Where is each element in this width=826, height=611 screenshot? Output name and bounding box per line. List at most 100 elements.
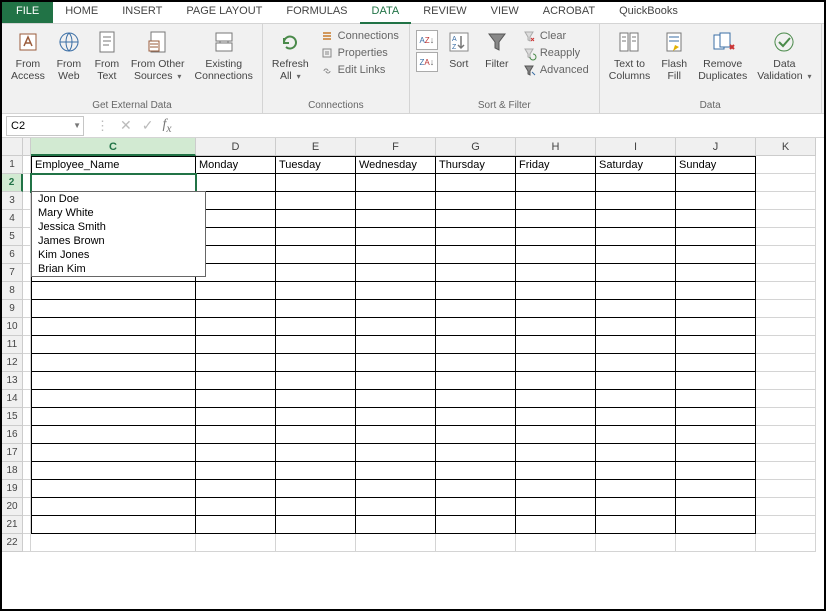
cell[interactable] <box>676 444 756 462</box>
existing-connections-button[interactable]: ExistingConnections <box>190 26 258 84</box>
cell[interactable] <box>23 462 31 480</box>
cell[interactable] <box>356 534 436 552</box>
cell[interactable] <box>356 498 436 516</box>
cell[interactable] <box>436 228 516 246</box>
cell[interactable] <box>23 498 31 516</box>
cell[interactable] <box>676 408 756 426</box>
cell[interactable] <box>196 480 276 498</box>
cell[interactable] <box>196 318 276 336</box>
cell[interactable] <box>23 480 31 498</box>
column-header[interactable]: D <box>196 138 276 156</box>
clear-button[interactable]: Clear <box>520 28 591 44</box>
cell[interactable] <box>356 444 436 462</box>
cell[interactable] <box>356 426 436 444</box>
tab-insert[interactable]: INSERT <box>110 2 174 23</box>
cell[interactable] <box>356 246 436 264</box>
cell[interactable] <box>516 390 596 408</box>
cell[interactable] <box>676 264 756 282</box>
sort-ascending-button[interactable]: AZ↓ <box>416 30 438 50</box>
column-header[interactable]: J <box>676 138 756 156</box>
cell[interactable] <box>436 408 516 426</box>
cell[interactable] <box>196 372 276 390</box>
cell[interactable] <box>276 480 356 498</box>
cell[interactable] <box>356 210 436 228</box>
cell[interactable] <box>196 174 276 192</box>
tab-page-layout[interactable]: PAGE LAYOUT <box>174 2 274 23</box>
chevron-down-icon[interactable]: ▼ <box>73 121 81 130</box>
cell[interactable] <box>31 534 196 552</box>
cell[interactable] <box>436 318 516 336</box>
cell[interactable] <box>516 534 596 552</box>
advanced-button[interactable]: Advanced <box>520 62 591 78</box>
cell[interactable] <box>676 516 756 534</box>
cell[interactable] <box>356 480 436 498</box>
tab-quickbooks[interactable]: QuickBooks <box>607 2 690 23</box>
cell[interactable] <box>676 426 756 444</box>
cell[interactable] <box>276 210 356 228</box>
cell[interactable] <box>356 228 436 246</box>
cell[interactable] <box>436 444 516 462</box>
cell[interactable] <box>596 480 676 498</box>
cell[interactable] <box>516 336 596 354</box>
validation-dropdown-list[interactable]: Jon DoeMary WhiteJessica SmithJames Brow… <box>31 191 206 277</box>
cell[interactable]: Sunday <box>676 156 756 174</box>
cell[interactable] <box>23 354 31 372</box>
cell[interactable] <box>23 390 31 408</box>
cell[interactable] <box>276 372 356 390</box>
cell[interactable] <box>436 372 516 390</box>
cell[interactable] <box>276 462 356 480</box>
connections-button[interactable]: Connections <box>318 28 401 44</box>
cell[interactable] <box>356 336 436 354</box>
cell[interactable]: Employee_Name <box>31 156 196 174</box>
cell[interactable] <box>676 282 756 300</box>
cell[interactable] <box>516 318 596 336</box>
from-text-button[interactable]: FromText <box>88 26 126 84</box>
cell[interactable] <box>31 498 196 516</box>
cell[interactable] <box>436 210 516 228</box>
from-other-sources-button[interactable]: From OtherSources ▾ <box>126 26 190 84</box>
cell[interactable] <box>23 426 31 444</box>
from-access-button[interactable]: FromAccess <box>6 26 50 84</box>
row-header[interactable]: 22 <box>2 534 23 552</box>
cell[interactable] <box>596 174 676 192</box>
cell[interactable] <box>436 498 516 516</box>
column-header[interactable]: E <box>276 138 356 156</box>
cell[interactable] <box>276 246 356 264</box>
cell[interactable] <box>23 156 31 174</box>
cell[interactable] <box>676 534 756 552</box>
cell[interactable] <box>23 372 31 390</box>
cell[interactable] <box>756 264 816 282</box>
text-to-columns-button[interactable]: Text toColumns <box>604 26 655 84</box>
cell[interactable] <box>23 408 31 426</box>
cell[interactable] <box>276 516 356 534</box>
cell[interactable] <box>676 498 756 516</box>
cell[interactable] <box>196 246 276 264</box>
cell[interactable] <box>596 426 676 444</box>
dropdown-option[interactable]: Brian Kim <box>32 262 205 276</box>
cell[interactable] <box>23 300 31 318</box>
cell[interactable] <box>31 354 196 372</box>
cell[interactable] <box>516 480 596 498</box>
cell[interactable] <box>596 354 676 372</box>
cell[interactable] <box>31 480 196 498</box>
cell[interactable] <box>676 318 756 336</box>
cell[interactable] <box>436 336 516 354</box>
cell[interactable] <box>23 210 31 228</box>
remove-duplicates-button[interactable]: RemoveDuplicates <box>693 26 752 84</box>
cell[interactable] <box>276 282 356 300</box>
cell[interactable] <box>196 300 276 318</box>
cell[interactable] <box>756 372 816 390</box>
cell[interactable] <box>196 462 276 480</box>
cell[interactable] <box>196 354 276 372</box>
row-header[interactable]: 9 <box>2 300 23 318</box>
sort-button[interactable]: AZSort <box>440 26 478 72</box>
cell[interactable] <box>276 534 356 552</box>
column-header[interactable]: F <box>356 138 436 156</box>
select-all-corner[interactable] <box>2 138 23 156</box>
cell[interactable] <box>756 462 816 480</box>
formula-input[interactable] <box>176 116 824 136</box>
cell[interactable] <box>676 372 756 390</box>
cell[interactable] <box>196 498 276 516</box>
column-header[interactable] <box>23 138 31 156</box>
row-header[interactable]: 21 <box>2 516 23 534</box>
